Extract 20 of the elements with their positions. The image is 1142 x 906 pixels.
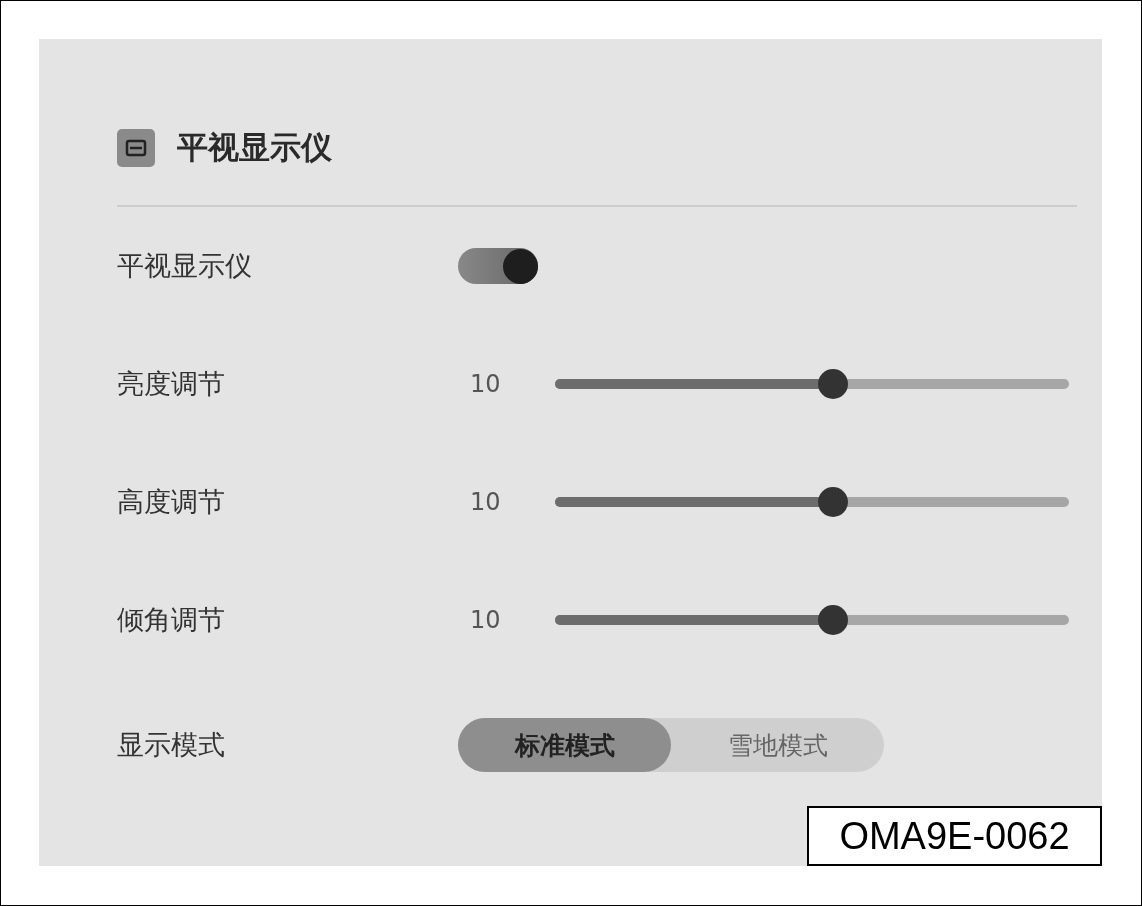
- setting-label: 亮度调节: [117, 367, 226, 401]
- section-title: 平视显示仪: [177, 128, 332, 167]
- setting-label: 高度调节: [117, 485, 226, 519]
- slider-thumb[interactable]: [817, 487, 848, 517]
- setting-label: 平视显示仪: [117, 249, 253, 283]
- slider[interactable]: [555, 605, 1069, 635]
- mode-option[interactable]: 雪地模式: [671, 718, 884, 772]
- slider[interactable]: [555, 369, 1069, 399]
- slider-value: 10: [469, 606, 502, 634]
- slider[interactable]: [555, 487, 1069, 517]
- setting-label: 显示模式: [117, 728, 226, 762]
- slider-thumb[interactable]: [817, 369, 848, 399]
- display-icon: [117, 129, 155, 167]
- setting-label: 倾角调节: [117, 603, 226, 637]
- figure-code: OMA9E-0062: [807, 806, 1102, 866]
- toggle-switch[interactable]: [458, 248, 538, 284]
- slider-value: 10: [469, 370, 502, 398]
- slider-thumb[interactable]: [817, 605, 848, 635]
- mode-option[interactable]: 标准模式: [458, 718, 671, 772]
- slider-value: 10: [469, 488, 502, 516]
